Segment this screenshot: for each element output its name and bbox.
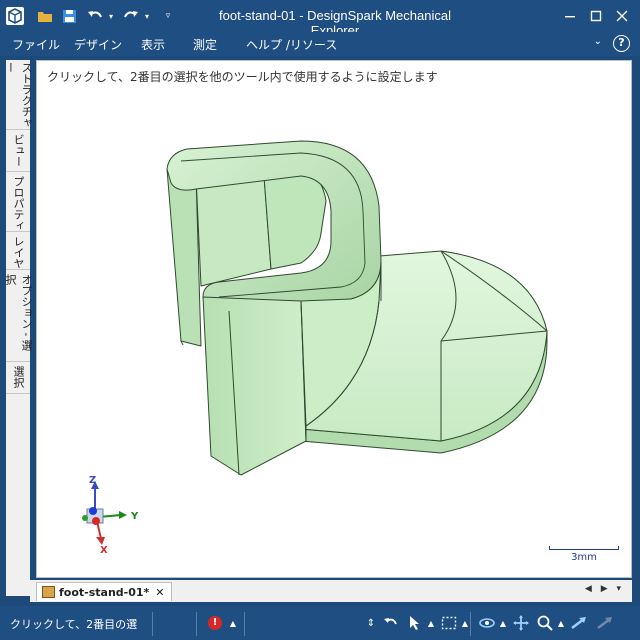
customize-toolbar-icon[interactable]: ▿: [162, 6, 174, 26]
menu-view[interactable]: 表示: [141, 36, 165, 53]
ribbon-collapse-icon[interactable]: ⌄: [594, 36, 602, 47]
scale-bar-line: [549, 546, 619, 550]
doc-tab-foot-stand[interactable]: foot-stand-01* ✕: [36, 582, 172, 601]
side-panel-tabs: ストラクチャー ビュー プロパティ レイヤ オプション - 選択 選択: [4, 60, 33, 596]
minimize-icon[interactable]: [558, 6, 582, 26]
close-icon[interactable]: [610, 6, 634, 26]
design-viewport[interactable]: クリックして、2番目の選択を他のツール内で使用するように設定します Z Y X …: [36, 60, 632, 578]
tab-layers[interactable]: レイヤ: [6, 234, 30, 270]
menu-file[interactable]: ファイル: [12, 36, 60, 53]
status-separator: [244, 612, 245, 636]
scale-bar: 3mm: [549, 546, 619, 563]
undo-select-icon[interactable]: [382, 614, 400, 632]
menu-help-resources[interactable]: ヘルプ /リソース: [246, 36, 337, 53]
status-bar: クリックして、2番目の選 ! ▲ ⇕ ▲ ▲ ▲ ▲: [0, 606, 640, 640]
zoom-dropdown-icon[interactable]: ▲: [552, 614, 570, 632]
tab-views[interactable]: ビュー: [6, 132, 30, 172]
maximize-icon[interactable]: [584, 6, 608, 26]
undo-dropdown-icon[interactable]: ▾: [106, 6, 116, 26]
orbit-dropdown-icon[interactable]: ▲: [494, 614, 512, 632]
status-separator: [470, 612, 471, 636]
error-indicator-icon[interactable]: !: [208, 616, 222, 630]
select-dropdown-icon[interactable]: ▲: [422, 614, 440, 632]
help-icon[interactable]: ?: [613, 35, 630, 52]
scale-label: 3mm: [571, 552, 597, 563]
tab-properties[interactable]: プロパティ: [6, 174, 30, 232]
menu-bar: ファイル デザイン 表示 測定 ヘルプ /リソース ⌄ ?: [0, 32, 640, 56]
status-text: クリックして、2番目の選: [10, 618, 138, 631]
open-folder-icon[interactable]: [36, 6, 54, 26]
save-icon[interactable]: [60, 6, 78, 26]
view-back-icon[interactable]: [570, 614, 588, 632]
axis-z-label: Z: [89, 475, 96, 486]
tab-options-select[interactable]: オプション - 選択: [4, 272, 33, 362]
box-select-dropdown-icon[interactable]: ▲: [456, 614, 474, 632]
tab-structure[interactable]: ストラクチャー: [4, 60, 33, 130]
redo-icon[interactable]: [120, 6, 142, 26]
view-forward-icon[interactable]: [596, 614, 614, 632]
status-separator: [196, 612, 197, 636]
axis-x-label: X: [100, 545, 108, 553]
title-bar: ▾ ▾ ▿ foot-stand-01 - DesignSpark Mechan…: [0, 0, 640, 38]
error-dropdown-icon[interactable]: ▲: [224, 614, 242, 632]
close-tab-icon[interactable]: ✕: [155, 586, 164, 599]
undo-icon[interactable]: [84, 6, 106, 26]
updown-arrows-icon[interactable]: ⇕: [362, 614, 380, 632]
menu-measure[interactable]: 測定: [193, 36, 217, 53]
app-icon[interactable]: [6, 7, 24, 25]
redo-dropdown-icon[interactable]: ▾: [142, 6, 152, 26]
tab-scroll-arrows[interactable]: ◀ ▶ ▾: [585, 584, 624, 594]
axis-y-label: Y: [130, 511, 139, 522]
document-tab-strip: foot-stand-01* ✕ ◀ ▶ ▾: [30, 580, 632, 602]
tab-select[interactable]: 選択: [6, 364, 30, 394]
menu-design[interactable]: デザイン: [74, 36, 122, 53]
status-separator: [152, 612, 153, 636]
axis-triad[interactable]: Z Y X: [77, 473, 147, 553]
pan-icon[interactable]: [512, 614, 530, 632]
doc-tab-label: foot-stand-01*: [59, 586, 150, 599]
document-icon: [42, 586, 55, 598]
